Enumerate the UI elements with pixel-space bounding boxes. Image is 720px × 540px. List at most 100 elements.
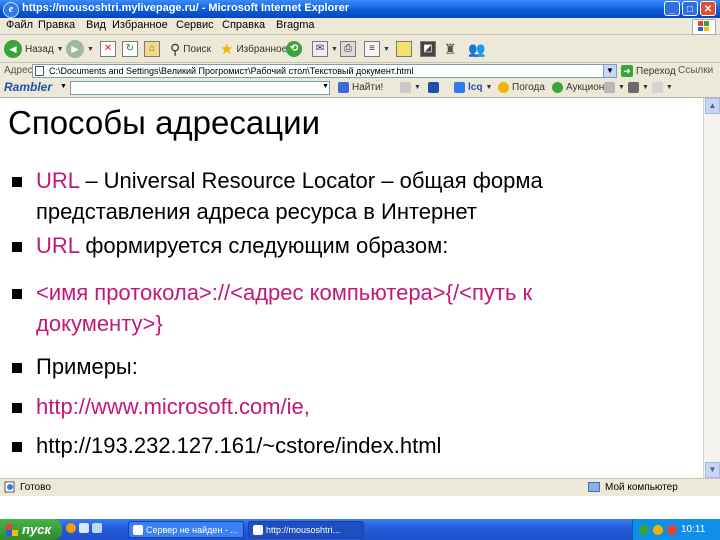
rambler-search-input[interactable] <box>70 81 330 95</box>
back-button-label: Назад <box>25 43 54 55</box>
bullet-marker <box>12 363 22 373</box>
rambler-icq-button[interactable]: lcq ▼ <box>454 82 492 93</box>
standard-toolbar: ◄ Назад ▼ ► ▼ ✕ ↻ ⌂ ⚲ Поиск ★ Избранное … <box>0 35 720 63</box>
taskbar-item-label: Сервер не найден - ... <box>146 524 238 535</box>
url-term: URL <box>36 168 80 193</box>
back-button[interactable]: ◄ Назад ▼ <box>4 39 64 59</box>
tool-2-icon <box>627 82 639 93</box>
stop-button[interactable]: ✕ <box>100 39 116 59</box>
rambler-weather-label: Погода <box>512 82 545 93</box>
bullet-4-line-1: Примеры: <box>36 354 138 379</box>
close-button[interactable]: ✕ <box>700 1 716 16</box>
address-dropdown-icon[interactable]: ▼ <box>603 64 617 78</box>
scroll-up-icon[interactable]: ▲ <box>705 98 720 114</box>
bullet-1-text: – Universal Resource Locator – общая фор… <box>79 168 543 193</box>
start-label: пуск <box>22 522 51 537</box>
window-title-bar[interactable]: e https://mousoshtri.mylivepage.ru/ - Mi… <box>0 0 720 18</box>
menu-tools[interactable]: Сервис <box>176 19 214 31</box>
rambler-auction-button[interactable]: Аукцион <box>552 82 604 93</box>
print-button[interactable]: ⎙ <box>340 39 356 59</box>
rambler-extra-button[interactable]: ▼ <box>400 82 421 93</box>
menu-bar: Файл Правка Вид Избранное Сервис Справка… <box>0 18 720 35</box>
menu-edit[interactable]: Правка <box>38 19 75 31</box>
taskbar-item-mylivepage[interactable]: http://mousoshtri... <box>248 521 364 538</box>
icq-icon <box>454 82 465 93</box>
edit-dropdown-icon: ▼ <box>383 45 390 53</box>
rambler-find-button[interactable]: Найти! <box>338 82 383 93</box>
rambler-menu-dropdown-icon[interactable]: ▼ <box>60 83 67 90</box>
bullet-marker <box>12 403 22 413</box>
links-label[interactable]: Ссылки <box>678 65 713 76</box>
quick-launch-media-icon[interactable] <box>92 523 102 533</box>
tool-1-icon <box>604 82 615 93</box>
start-button[interactable]: пуск <box>0 519 62 540</box>
menu-file[interactable]: Файл <box>6 19 33 31</box>
minimize-button[interactable]: _ <box>664 1 680 16</box>
quick-launch <box>66 523 102 533</box>
bullet-1-line-2: представления адреса ресурса в Интернет <box>36 199 478 224</box>
address-bar: Адрес: C:\Documents and Settings\Великий… <box>0 63 720 81</box>
research-button[interactable]: ♜ <box>444 39 457 59</box>
bullet-marker <box>12 177 22 187</box>
icq-glyph: lcq <box>468 82 483 93</box>
bullet-6-line-1[interactable]: http://193.232.127.161/~cstore/index.htm… <box>36 432 441 459</box>
find-arrow-icon <box>338 82 349 93</box>
rambler-find-label: Найти! <box>352 82 384 93</box>
tray-volume-icon[interactable] <box>653 524 663 535</box>
tray-network-icon[interactable] <box>639 524 649 535</box>
clock: 10:11 <box>681 524 706 535</box>
tool-3-icon <box>651 82 663 93</box>
back-dropdown-icon: ▼ <box>56 45 64 53</box>
rambler-mail-button[interactable] <box>428 82 439 93</box>
search-button[interactable]: ⚲ Поиск <box>170 39 211 59</box>
menu-view[interactable]: Вид <box>86 19 106 31</box>
forward-dropdown-icon: ▼ <box>87 45 94 53</box>
bullet-2-line-1: URL формируется следующим образом: <box>36 232 448 259</box>
refresh-button[interactable]: ↻ <box>122 39 138 59</box>
bullet-1-line-1: URL – Universal Resource Locator – общая… <box>36 167 543 194</box>
menu-bragma[interactable]: Bragma <box>276 19 315 31</box>
edit-button[interactable]: ≡ ▼ <box>364 39 390 59</box>
home-button[interactable]: ⌂ <box>144 39 160 59</box>
windows-flag-icon <box>6 523 18 536</box>
internet-explorer-icon: e <box>3 2 19 18</box>
rambler-extra-icon <box>400 82 411 93</box>
rambler-tools[interactable]: ▼ ▼ ▼ <box>604 82 673 93</box>
slide-title: Способы адресации <box>8 104 321 141</box>
menu-help[interactable]: Справка <box>222 19 265 31</box>
rambler-weather-button[interactable]: Погода <box>498 82 545 93</box>
windows-logo-icon <box>692 19 716 35</box>
scroll-down-icon[interactable]: ▼ <box>705 462 720 478</box>
menu-favorites[interactable]: Избранное <box>112 19 168 31</box>
my-computer-icon <box>588 482 600 492</box>
mail-dropdown-icon: ▼ <box>331 45 338 53</box>
favorites-button[interactable]: ★ Избранное <box>220 39 287 59</box>
search-button-label: Поиск <box>183 43 211 55</box>
users-icon: 👥 <box>468 40 486 57</box>
tool-2-dropdown-icon: ▼ <box>641 84 649 91</box>
quick-launch-ie-icon[interactable] <box>66 523 76 533</box>
go-button[interactable]: ➜ Переход <box>621 65 676 77</box>
taskbar-item-server-not-found[interactable]: Сервер не найден - ... <box>128 521 244 538</box>
mail-icon: ✉ <box>312 41 328 57</box>
history-icon: ⟲ <box>286 41 302 57</box>
maximize-button[interactable]: □ <box>682 1 698 16</box>
rambler-mail-icon <box>428 82 439 93</box>
url-term: URL <box>36 233 80 258</box>
rambler-logo: Rambler <box>4 80 53 94</box>
vertical-scrollbar[interactable]: ▲ ▼ <box>703 98 720 478</box>
history-button[interactable]: ⟲ <box>286 39 302 59</box>
messenger-button[interactable]: ◩ <box>420 39 436 59</box>
users-button[interactable]: 👥 <box>468 39 485 59</box>
bullet-5-line-1[interactable]: http://www.microsoft.com/ie, <box>36 393 310 420</box>
taskbar-item-label: http://mousoshtri... <box>266 524 341 535</box>
address-input[interactable]: C:\Documents and Settings\Великий Прогро… <box>32 64 612 78</box>
mail-button[interactable]: ✉ ▼ <box>312 39 338 59</box>
discuss-button[interactable] <box>396 39 412 59</box>
quick-launch-desktop-icon[interactable] <box>79 523 89 533</box>
rambler-input-dropdown-icon[interactable]: ▼ <box>322 83 329 90</box>
forward-button[interactable]: ► ▼ <box>66 39 94 59</box>
tray-security-icon[interactable] <box>667 524 677 535</box>
stop-icon: ✕ <box>100 41 116 57</box>
rambler-extra-dropdown-icon: ▼ <box>414 84 421 91</box>
